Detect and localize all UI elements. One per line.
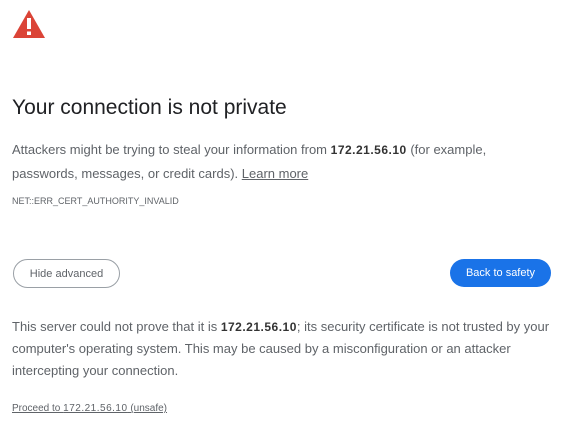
main-message: Attackers might be trying to steal your … — [12, 138, 547, 185]
learn-more-link[interactable]: Learn more — [242, 166, 308, 181]
proceed-unsafe-link[interactable]: Proceed to 172.21.56.10 (unsafe) — [12, 403, 167, 414]
hide-advanced-button[interactable]: Hide advanced — [13, 259, 120, 288]
back-to-safety-button[interactable]: Back to safety — [450, 259, 551, 287]
proceed-host-address: 172.21.56.10 — [63, 403, 128, 414]
error-code: NET::ERR_CERT_AUTHORITY_INVALID — [12, 196, 179, 206]
details-message: This server could not prove that it is 1… — [12, 316, 557, 382]
details-prefix: This server could not prove that it is — [12, 319, 221, 334]
warning-triangle-icon — [13, 10, 45, 38]
proceed-suffix: (unsafe) — [127, 403, 168, 414]
proceed-prefix: Proceed to — [12, 403, 64, 414]
host-address: 172.21.56.10 — [330, 143, 407, 157]
details-host-address: 172.21.56.10 — [220, 320, 297, 334]
page-title: Your connection is not private — [12, 96, 287, 119]
main-message-prefix: Attackers might be trying to steal your … — [12, 142, 331, 157]
proceed-paragraph: Proceed to 172.21.56.10 (unsafe) — [12, 403, 167, 414]
